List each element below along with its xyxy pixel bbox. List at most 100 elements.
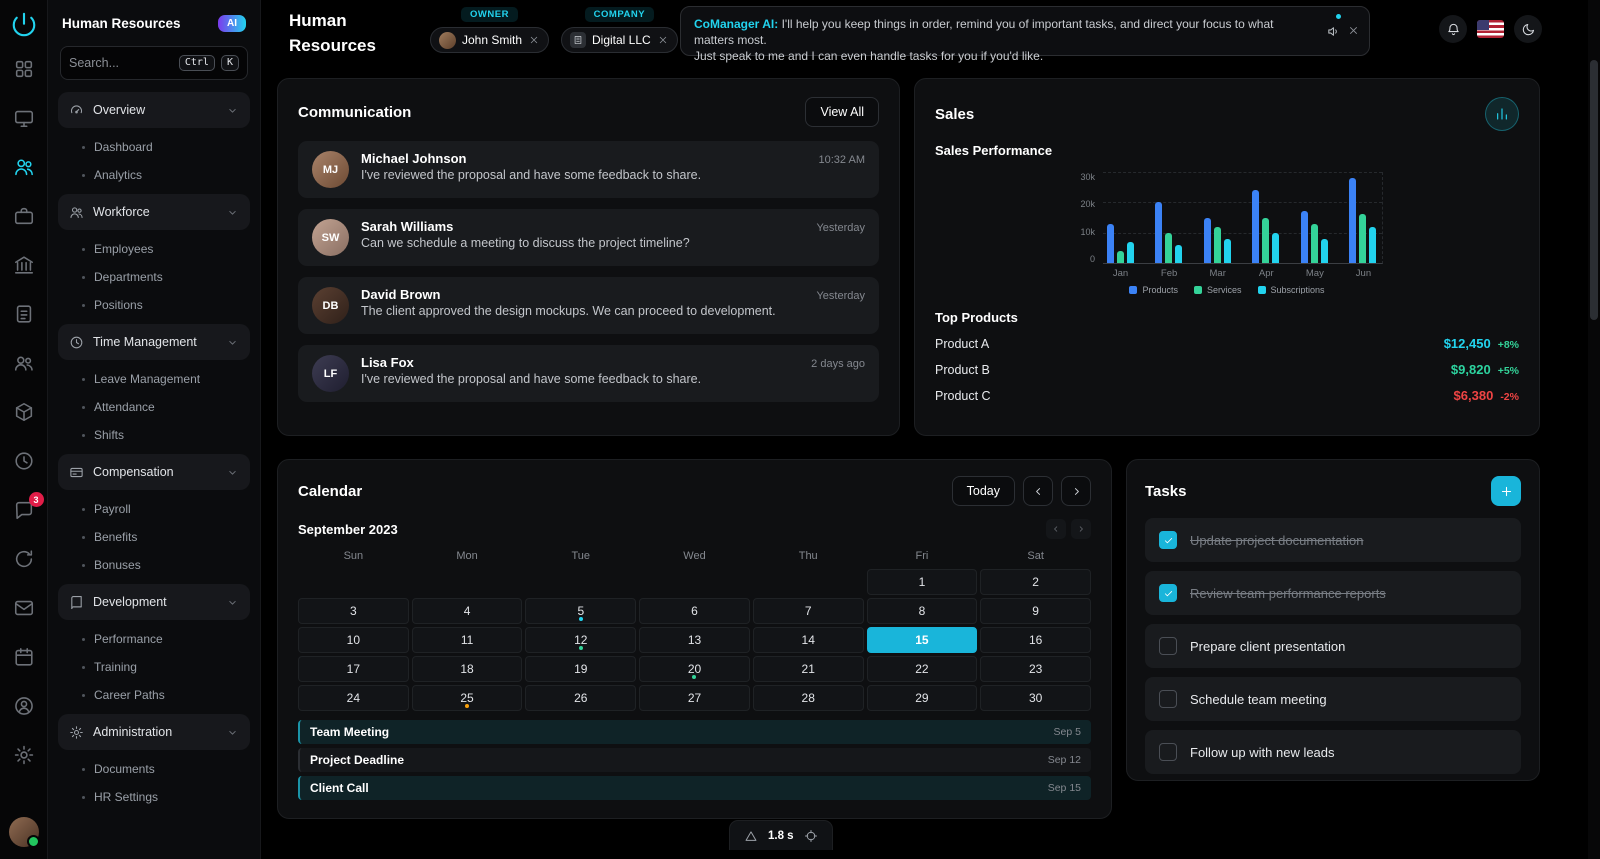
apps-rail-icon[interactable] [13,58,35,80]
sidebar-item-leave-management[interactable]: Leave Management [58,365,250,393]
day-cell-14[interactable]: 14 [752,627,864,653]
briefcase-rail-icon[interactable] [13,205,35,227]
crosshair-icon[interactable] [804,829,818,843]
today-button[interactable]: Today [951,476,1015,506]
sidebar-item-employees[interactable]: Employees [58,235,250,263]
app-logo-power-icon[interactable] [9,10,39,40]
clock-rail-icon[interactable] [13,450,35,472]
sidebar-item-positions[interactable]: Positions [58,291,250,319]
task-checkbox[interactable] [1159,743,1177,761]
day-cell-3[interactable]: 3 [298,598,409,624]
sidebar-item-performance[interactable]: Performance [58,625,250,653]
day-cell-4[interactable]: 4 [411,598,523,624]
sidebar-section-overview[interactable]: Overview [58,92,250,128]
sidebar-item-payroll[interactable]: Payroll [58,495,250,523]
owner-chip[interactable]: John Smith [430,27,550,53]
sidebar-item-benefits[interactable]: Benefits [58,523,250,551]
contact-rail-icon[interactable] [13,695,35,717]
ai-badge[interactable]: AI [218,15,246,32]
monitor-rail-icon[interactable] [13,107,35,129]
calendar-event-team-meeting[interactable]: Team Meeting Sep 5 [298,720,1091,744]
people-rail-icon[interactable] [13,156,35,178]
user-avatar[interactable] [8,817,40,848]
day-cell-26[interactable]: 26 [525,685,637,711]
calendar-event-project-deadline[interactable]: Project Deadline Sep 12 [298,748,1091,772]
day-cell-16[interactable]: 16 [980,627,1091,653]
day-cell-15[interactable]: 15 [866,627,978,653]
sidebar-item-dashboard[interactable]: Dashboard [58,133,250,161]
language-flag-us[interactable] [1477,20,1504,38]
day-cell-25[interactable]: 25 [411,685,523,711]
sidebar-item-shifts[interactable]: Shifts [58,421,250,449]
sidebar-item-hr-settings[interactable]: HR Settings [58,783,250,811]
ai-close-icon[interactable] [1347,24,1360,37]
day-cell-1[interactable]: 1 [866,569,978,595]
chart-toggle-button[interactable] [1485,97,1519,131]
day-cell-19[interactable]: 19 [525,656,637,682]
calendar-rail-icon[interactable] [13,646,35,668]
message-item[interactable]: DB David Brown Yesterday The client approve… [298,277,879,334]
scrollbar-thumb[interactable] [1590,60,1598,320]
day-cell-5[interactable]: 5 [525,598,637,624]
day-cell-21[interactable]: 21 [752,656,864,682]
day-cell-28[interactable]: 28 [752,685,864,711]
sidebar-section-workforce[interactable]: Workforce [58,194,250,230]
task-checkbox[interactable] [1159,637,1177,655]
message-item[interactable]: MJ Michael Johnson 10:32 AM I've reviewed t… [298,141,879,198]
day-cell-10[interactable]: 10 [298,627,409,653]
clipboard-rail-icon[interactable] [13,303,35,325]
sidebar-section-administration[interactable]: Administration [58,714,250,750]
sidebar-item-departments[interactable]: Departments [58,263,250,291]
day-cell-27[interactable]: 27 [639,685,750,711]
sidebar-section-development[interactable]: Development [58,584,250,620]
day-cell-2[interactable]: 2 [980,569,1091,595]
day-cell-7[interactable]: 7 [752,598,864,624]
package-rail-icon[interactable] [13,401,35,423]
message-item[interactable]: LF Lisa Fox 2 days ago I've reviewed the pr… [298,345,879,402]
gear-rail-icon[interactable] [13,744,35,766]
sidebar-section-time-management[interactable]: Time Management [58,324,250,360]
users-rail-icon[interactable] [13,352,35,374]
sidebar-section-compensation[interactable]: Compensation [58,454,250,490]
dark-mode-moon-icon[interactable] [1514,15,1542,43]
sidebar-item-training[interactable]: Training [58,653,250,681]
day-cell-20[interactable]: 20 [639,656,750,682]
day-cell-22[interactable]: 22 [866,656,978,682]
day-cell-18[interactable]: 18 [411,656,523,682]
day-cell-29[interactable]: 29 [866,685,978,711]
day-cell-9[interactable]: 9 [980,598,1091,624]
task-checkbox[interactable] [1159,531,1177,549]
calendar-prev-button[interactable] [1023,476,1053,506]
message-item[interactable]: SW Sarah Williams Yesterday Can we schedule… [298,209,879,266]
day-cell-12[interactable]: 12 [525,627,637,653]
day-cell-13[interactable]: 13 [639,627,750,653]
month-next-button[interactable] [1071,519,1091,539]
task-checkbox[interactable] [1159,690,1177,708]
view-all-button[interactable]: View All [805,97,879,127]
calendar-event-client-call[interactable]: Client Call Sep 15 [298,776,1091,800]
day-cell-11[interactable]: 11 [411,627,523,653]
scrollbar-track[interactable] [1588,0,1600,859]
day-cell-17[interactable]: 17 [298,656,409,682]
owner-remove-icon[interactable] [528,34,540,46]
sidebar-item-bonuses[interactable]: Bonuses [58,551,250,579]
search-input[interactable]: Search... Ctrl K [60,46,248,80]
bank-rail-icon[interactable] [13,254,35,276]
notifications-bell-icon[interactable] [1439,15,1467,43]
day-cell-8[interactable]: 8 [866,598,978,624]
day-cell-23[interactable]: 23 [980,656,1091,682]
task-checkbox[interactable] [1159,584,1177,602]
mail-rail-icon[interactable] [13,597,35,619]
company-remove-icon[interactable] [657,34,669,46]
speaker-icon[interactable] [1326,24,1341,39]
company-chip[interactable]: Digital LLC [561,27,678,53]
day-cell-30[interactable]: 30 [980,685,1091,711]
sidebar-item-documents[interactable]: Documents [58,755,250,783]
month-prev-button[interactable] [1046,519,1066,539]
sidebar-item-analytics[interactable]: Analytics [58,161,250,189]
refresh-rail-icon[interactable] [13,548,35,570]
sidebar-item-attendance[interactable]: Attendance [58,393,250,421]
sidebar-item-career-paths[interactable]: Career Paths [58,681,250,709]
day-cell-24[interactable]: 24 [298,685,409,711]
add-task-button[interactable] [1491,476,1521,506]
